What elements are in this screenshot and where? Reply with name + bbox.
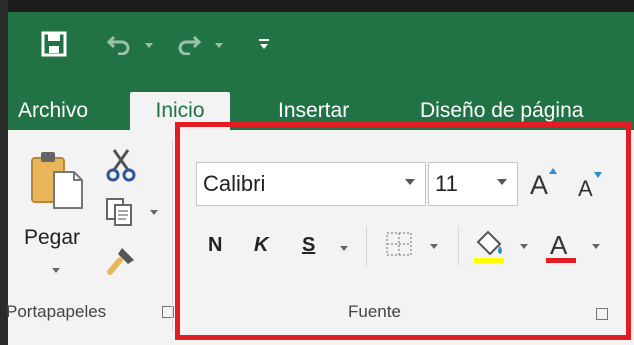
- cut-button[interactable]: [106, 148, 140, 184]
- chevron-down-icon: [215, 42, 223, 48]
- chevron-down-icon: [145, 42, 153, 48]
- redo-icon: [178, 35, 202, 55]
- copy-button[interactable]: [104, 196, 162, 230]
- customize-qat-button[interactable]: [256, 36, 272, 52]
- format-painter-icon: [107, 248, 134, 275]
- undo-dropdown[interactable]: [142, 38, 156, 52]
- chevron-down-icon: [52, 268, 60, 273]
- callout-highlight-box: [175, 122, 631, 340]
- group-divider: [172, 140, 173, 330]
- window-top-edge: [8, 0, 634, 12]
- copy-icon: [106, 198, 132, 226]
- paste-button[interactable]: Pegar: [18, 148, 98, 278]
- paste-icon: [31, 152, 83, 209]
- redo-dropdown[interactable]: [212, 38, 226, 52]
- customize-menu-icon: [259, 39, 269, 49]
- undo-icon: [106, 35, 130, 55]
- undo-button[interactable]: [104, 28, 134, 58]
- save-button[interactable]: [38, 28, 70, 60]
- tab-archivo[interactable]: Archivo: [8, 92, 98, 130]
- format-painter-button[interactable]: [106, 244, 140, 278]
- paste-label: Pegar: [24, 226, 81, 249]
- save-icon: [41, 31, 67, 57]
- chevron-down-icon: [150, 210, 158, 215]
- redo-button[interactable]: [174, 28, 204, 58]
- title-bar: [8, 12, 634, 84]
- scissors-icon: [106, 149, 136, 182]
- clipboard-group-label: Portapapeles: [6, 302, 107, 321]
